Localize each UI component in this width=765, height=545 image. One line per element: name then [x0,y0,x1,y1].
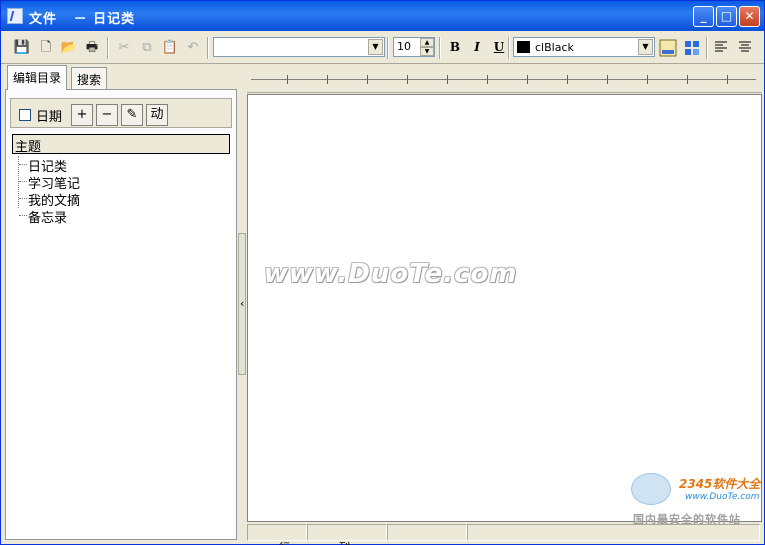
panel-splitter[interactable]: ‹ [237,65,247,542]
font-size-value: 10 [397,40,411,53]
status-row: 行: 1 [247,524,307,545]
toolbar-separator [508,37,510,59]
main-window: 文件 － 日记类 _ □ ✕ 💾 🗋 📂 🖶 ✂ ⧉ 📋 ↶ ▼ 10 ▲ ▼ … [0,0,765,545]
ruler-tick [407,75,408,84]
logo-url: www.DuoTe.com [685,492,760,502]
status-col: 列: 1 [307,524,387,545]
toolbar-separator [439,37,441,59]
ruler-tick [287,75,288,84]
logo-slogan: 国内最安全的软件站 [633,513,741,526]
font-name-combo[interactable]: ▼ [213,37,385,57]
font-color-value: clBlack [535,41,574,54]
date-checkbox-label: 日期 [36,110,63,125]
ruler-tick [727,75,728,84]
status-cell-empty [387,524,467,541]
toolbar-separator [207,37,209,59]
date-checkbox[interactable] [19,109,31,121]
tree-root[interactable]: 主题 [12,134,230,155]
topic-tree: 主题 日记类 学习笔记 我的文摘 备忘录 [10,132,232,536]
chevron-down-icon[interactable]: ▼ [638,39,653,55]
ruler-tick [687,75,688,84]
undo-icon[interactable]: ↶ [184,39,202,57]
ruler-tick [447,75,448,84]
layout-icon[interactable] [683,39,701,57]
ruler-tick [527,75,528,84]
edit-node-button[interactable]: ✎ [121,104,143,126]
collapse-arrow-icon[interactable]: ‹ [240,297,244,310]
ruler[interactable] [247,67,762,93]
spin-down-icon[interactable]: ▼ [420,47,434,56]
toolbar-separator [387,37,389,59]
font-size-spinner[interactable]: 10 ▲ ▼ [393,37,435,57]
ruler-tick [327,75,328,84]
spell-check-icon[interactable] [659,39,677,57]
open-folder-icon[interactable]: 📂 [60,39,78,57]
tab-body: 日期 + − ✎ 动 主题 日记类 学习笔记 我的文摘 备忘录 [5,89,237,540]
watermark: www.DuoTe.com [264,259,518,289]
align-center-icon[interactable] [737,39,753,55]
ruler-tick [487,75,488,84]
spin-up-icon[interactable]: ▲ [420,38,434,47]
title-bar[interactable]: 文件 － 日记类 _ □ ✕ [1,1,764,31]
font-color-combo[interactable]: clBlack ▼ [513,37,655,57]
print-icon[interactable]: 🖶 [83,39,101,57]
add-node-button[interactable]: + [71,104,93,126]
row-label: 行: [279,541,294,545]
ruler-tick [367,75,368,84]
italic-button[interactable]: I [469,39,485,55]
ruler-tick [647,75,648,84]
paste-icon[interactable]: 📋 [161,39,179,57]
mascot-icon [631,473,671,505]
site-logo: 2345软件大全 www.DuoTe.com 国内最安全的软件站 [627,467,763,527]
col-label: 列: [339,541,354,545]
filter-toolbar: 日期 + − ✎ 动 [10,98,232,128]
remove-node-button[interactable]: − [96,104,118,126]
splitter-grip[interactable]: ‹ [238,233,246,375]
save-icon[interactable]: 💾 [13,39,31,57]
tab-edit-catalog[interactable]: 编辑目录 [7,65,68,90]
logo-brand: 2345软件大全 [679,477,761,491]
underline-button[interactable]: U [491,39,507,55]
cut-icon[interactable]: ✂ [115,39,133,57]
app-icon [7,8,23,24]
window-title: 文件 － 日记类 [29,12,136,27]
tree-item[interactable]: 备忘录 [18,207,67,226]
close-button[interactable]: ✕ [739,6,760,27]
minimize-button[interactable]: _ [693,6,714,27]
move-node-button[interactable]: 动 [146,104,168,126]
tab-search[interactable]: 搜索 [71,67,108,89]
maximize-button[interactable]: □ [716,6,737,27]
text-editor[interactable]: www.DuoTe.com [247,94,762,522]
left-panel: 编辑目录 搜索 日期 + − ✎ 动 主题 日记类 学习笔记 我的文摘 备忘录 [5,65,237,542]
color-swatch [517,41,530,53]
toolbar-separator [706,37,708,59]
toolbar-separator [107,37,109,59]
chevron-down-icon[interactable]: ▼ [368,39,383,55]
tab-strip: 编辑目录 搜索 [5,65,237,90]
align-left-icon[interactable] [713,39,729,55]
ruler-tick [567,75,568,84]
ruler-tick [607,75,608,84]
bold-button[interactable]: B [447,39,463,55]
copy-icon[interactable]: ⧉ [138,39,156,57]
new-file-icon[interactable]: 🗋 [37,39,55,57]
